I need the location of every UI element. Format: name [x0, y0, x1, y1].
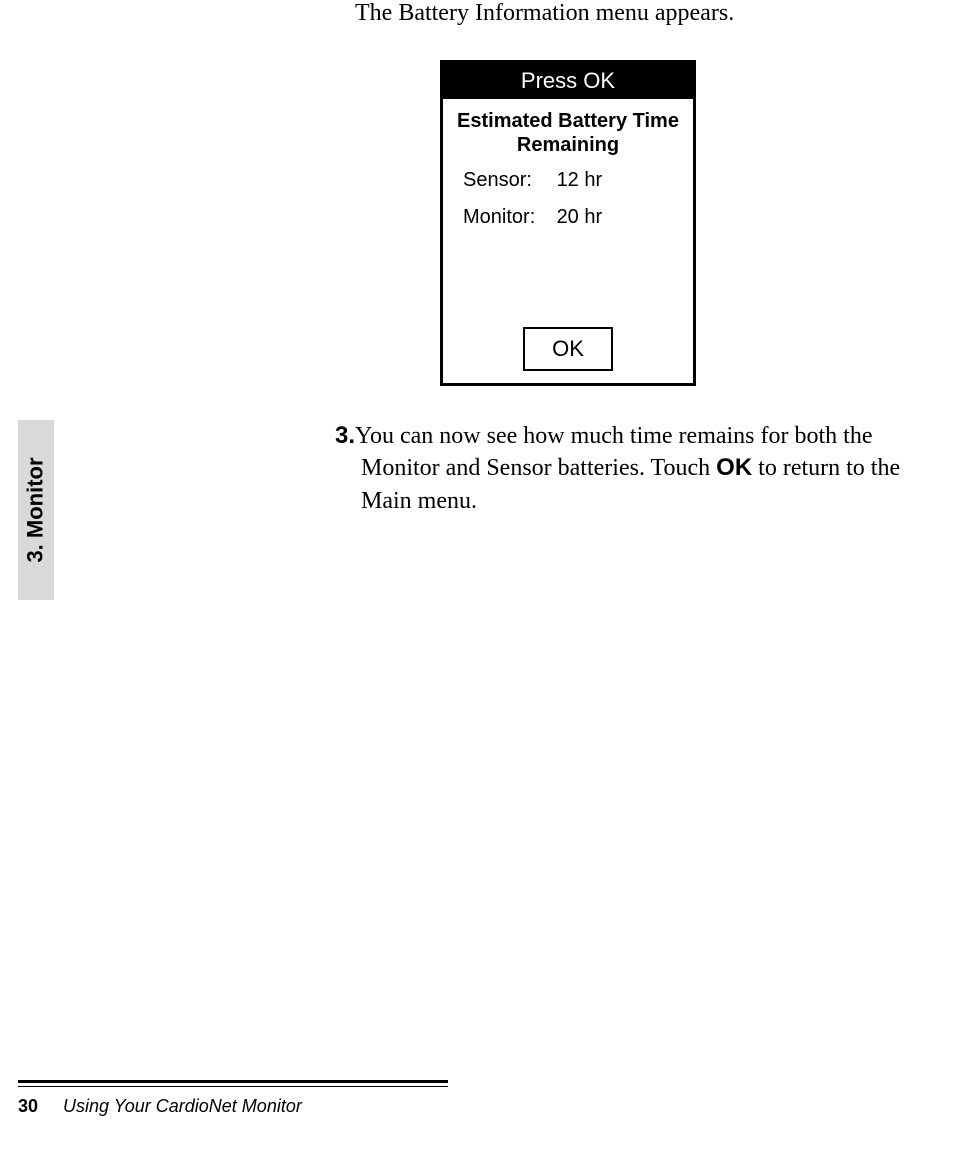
chapter-tab: 3. Monitor [18, 420, 54, 600]
intro-paragraph: The Battery Information menu appears. [355, 0, 734, 27]
step-number: 3 [335, 422, 348, 449]
ok-inline: OK [716, 454, 752, 481]
device-screenshot: Press OK Estimated Battery Time Remainin… [440, 60, 696, 386]
footer-rule-thick [18, 1080, 448, 1083]
footer-rule-thin [18, 1086, 448, 1087]
sensor-value: 12 hr [557, 169, 603, 191]
device-body: Estimated Battery Time Remaining Sensor:… [443, 99, 693, 229]
device-heading: Estimated Battery Time Remaining [457, 109, 679, 157]
device-titlebar: Press OK [443, 63, 693, 99]
footer-title: Using Your CardioNet Monitor [63, 1096, 302, 1116]
chapter-tab-label: 3. Monitor [23, 457, 49, 562]
sensor-row: Sensor: 12 hr [463, 169, 679, 192]
page-footer: 30 Using Your CardioNet Monitor [18, 1096, 302, 1117]
sensor-label: Sensor: [463, 169, 551, 192]
monitor-label: Monitor: [463, 206, 551, 229]
monitor-value: 20 hr [557, 206, 603, 228]
step-3: 3.You can now see how much time remains … [335, 420, 945, 517]
page-number: 30 [18, 1096, 38, 1116]
ok-button[interactable]: OK [523, 327, 613, 371]
manual-page: The Battery Information menu appears. Pr… [0, 0, 961, 1152]
monitor-row: Monitor: 20 hr [463, 206, 679, 229]
